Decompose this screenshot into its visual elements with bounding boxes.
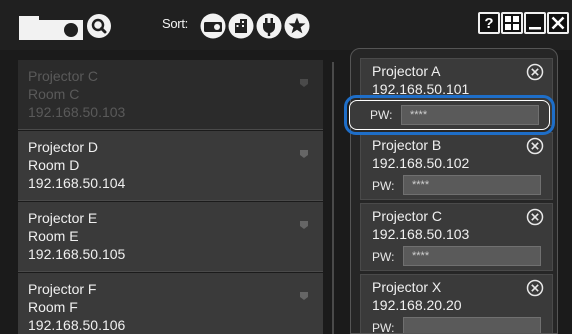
sort-label: Sort: xyxy=(162,16,188,31)
remove-icon[interactable] xyxy=(526,208,544,226)
sort-projector-icon[interactable] xyxy=(200,13,226,39)
highlight-callout-inner xyxy=(349,100,550,130)
projector-name: Projector A xyxy=(372,63,441,79)
projector-ip: 192.168.50.104 xyxy=(28,175,126,191)
selected-item[interactable]: Projector C 192.168.50.103 PW: **** xyxy=(360,203,553,271)
toolbar: Sort: ? xyxy=(0,0,572,50)
status-icon xyxy=(300,292,308,300)
list-item[interactable]: Projector F Room F 192.168.50.106 xyxy=(18,273,323,334)
projector-name: Projector X xyxy=(372,279,442,295)
sort-plug-icon[interactable] xyxy=(256,13,282,39)
projector-icon[interactable] xyxy=(19,14,83,40)
panel-divider[interactable] xyxy=(332,62,334,334)
projector-ip: 192.168.50.103 xyxy=(372,226,470,242)
status-icon xyxy=(300,150,308,158)
list-item[interactable]: Projector C Room C 192.168.50.103 xyxy=(18,60,323,130)
projector-name: Projector C xyxy=(372,208,443,224)
projector-name: Projector D xyxy=(28,139,99,155)
password-label: PW: xyxy=(372,321,395,334)
projector-room: Room E xyxy=(28,228,79,244)
list-item[interactable]: Projector D Room D 192.168.50.104 xyxy=(18,131,323,201)
projector-ip: 192.168.50.103 xyxy=(28,104,126,120)
status-icon xyxy=(300,221,308,229)
remove-icon[interactable] xyxy=(526,137,544,155)
remove-icon[interactable] xyxy=(526,279,544,297)
projector-room: Room C xyxy=(28,86,80,102)
password-label: PW: xyxy=(372,250,395,264)
projector-ip: 192.168.50.102 xyxy=(372,155,470,171)
projector-room: Room D xyxy=(28,157,80,173)
password-label: PW: xyxy=(372,179,395,193)
projector-name: Projector F xyxy=(28,281,97,297)
password-field[interactable]: **** xyxy=(403,246,541,266)
projector-name: Projector C xyxy=(28,68,99,84)
selected-projector-panel: Projector A 192.168.50.101 Projector B 1… xyxy=(350,48,558,334)
projector-ip: 192.168.20.20 xyxy=(372,297,462,313)
projector-ip: 192.168.50.106 xyxy=(28,317,126,333)
close-icon xyxy=(551,16,565,30)
search-icon[interactable] xyxy=(86,13,112,39)
grid-view-button[interactable] xyxy=(501,12,523,34)
projector-room: Room F xyxy=(28,299,78,315)
selected-item[interactable]: Projector X 192.168.20.20 PW: xyxy=(360,274,553,334)
password-field[interactable]: **** xyxy=(403,175,541,195)
selected-item[interactable]: Projector B 192.168.50.102 PW: **** xyxy=(360,132,553,200)
close-button[interactable] xyxy=(547,12,569,34)
password-field[interactable] xyxy=(403,317,541,333)
sort-building-icon[interactable] xyxy=(228,13,254,39)
minimize-icon xyxy=(529,27,541,30)
available-projector-list: Projector C Room C 192.168.50.103 Projec… xyxy=(18,60,323,334)
projector-name: Projector E xyxy=(28,210,98,226)
help-label: ? xyxy=(484,14,494,32)
grid-icon xyxy=(505,16,519,30)
remove-icon[interactable] xyxy=(526,63,544,81)
list-item[interactable]: Projector E Room E 192.168.50.105 xyxy=(18,202,323,272)
projector-name: Projector B xyxy=(372,137,442,153)
projector-ip: 192.168.50.105 xyxy=(28,246,126,262)
help-button[interactable]: ? xyxy=(478,12,500,34)
minimize-button[interactable] xyxy=(524,12,546,34)
sort-star-icon[interactable] xyxy=(284,13,310,39)
status-icon xyxy=(300,79,308,87)
